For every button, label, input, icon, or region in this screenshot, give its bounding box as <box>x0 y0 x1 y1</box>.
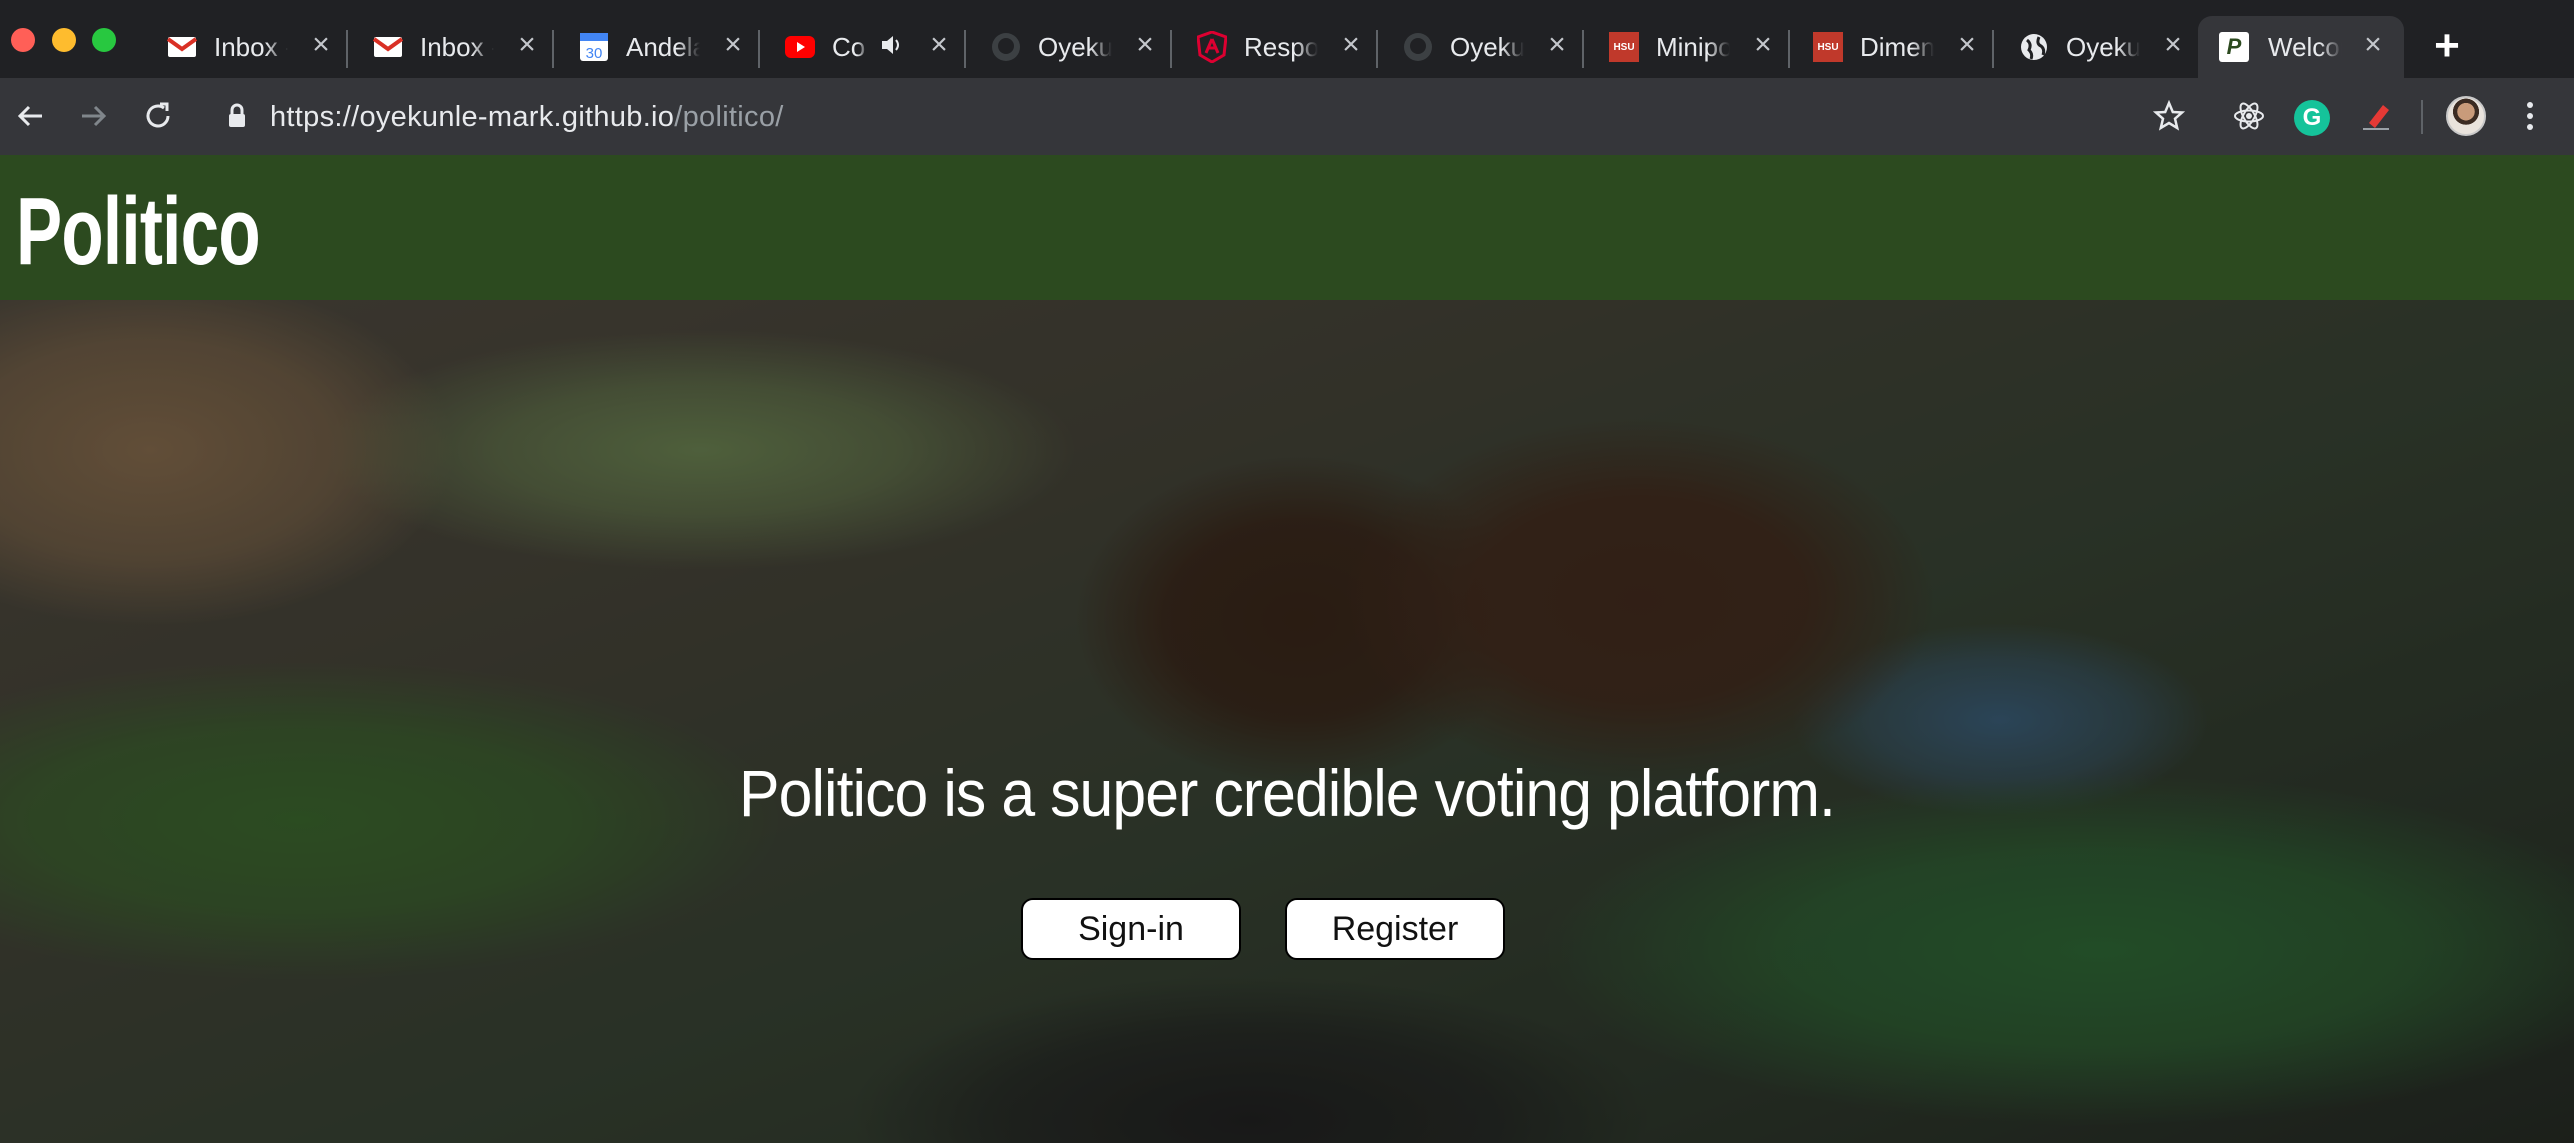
youtube-icon <box>784 31 816 63</box>
tab-title: Welcor <box>2268 32 2342 62</box>
tab-title: Co <box>832 32 866 62</box>
tab-strip: Inbox - × Inbox - × 30 Andela × Co × Oye… <box>0 0 2574 78</box>
kebab-menu-icon[interactable] <box>2510 96 2550 136</box>
browser-tab[interactable]: Inbox - × <box>372 16 578 78</box>
tab-separator <box>758 30 760 68</box>
close-tab-icon[interactable]: × <box>1542 30 1572 60</box>
bookmark-star-icon[interactable] <box>2149 96 2189 136</box>
close-tab-icon[interactable]: × <box>924 30 954 60</box>
politico-icon: P <box>2218 31 2250 63</box>
browser-tab[interactable]: Inbox - × <box>166 16 372 78</box>
calendar-icon: 30 <box>578 31 610 63</box>
hero-section: Politico is a super credible voting plat… <box>0 300 2574 1143</box>
register-button[interactable]: Register <box>1285 898 1505 960</box>
close-tab-icon[interactable]: × <box>2358 30 2388 60</box>
hero-overlay <box>0 300 2574 1143</box>
globe-icon <box>2018 31 2050 63</box>
site-logo[interactable]: Politico <box>16 177 261 287</box>
tab-separator <box>1992 30 1994 68</box>
browser-tab-active[interactable]: P Welcor × <box>2198 16 2404 78</box>
tab-title: Minipo <box>1656 32 1730 62</box>
svg-text:30: 30 <box>586 45 603 62</box>
github-icon <box>990 31 1022 63</box>
angular-icon <box>1196 31 1228 63</box>
site-header: Politico <box>0 155 2574 300</box>
tab-title: Oyekur <box>1450 32 1524 62</box>
hero-tagline: Politico is a super credible voting plat… <box>739 756 1836 830</box>
tab-title: Oyeku <box>2066 32 2140 62</box>
github-icon <box>1402 31 1434 63</box>
back-button[interactable] <box>8 94 52 138</box>
browser-tab[interactable]: Respor × <box>1196 16 1402 78</box>
profile-avatar[interactable] <box>2446 96 2486 136</box>
close-tab-icon[interactable]: × <box>306 30 336 60</box>
react-devtools-icon[interactable] <box>2229 96 2269 136</box>
grammarly-icon[interactable]: G <box>2294 100 2330 136</box>
browser-tab[interactable]: Oyekur × <box>990 16 1196 78</box>
tab-title: Inbox - <box>214 32 288 62</box>
browser-tab[interactable]: Co × <box>784 16 990 78</box>
tab-title: Dimens <box>1860 32 1934 62</box>
tab-separator <box>964 30 966 68</box>
tab-separator <box>552 30 554 68</box>
hsu-icon: HSU <box>1608 31 1640 63</box>
speaker-icon[interactable] <box>880 32 904 65</box>
lock-icon <box>227 103 247 134</box>
eraser-extension-icon[interactable] <box>2356 96 2396 136</box>
browser-tab[interactable]: HSU Dimens × <box>1812 16 2018 78</box>
tab-title: Oyekur <box>1038 32 1112 62</box>
reload-icon <box>146 102 170 128</box>
close-window-button[interactable] <box>11 28 35 52</box>
close-tab-icon[interactable]: × <box>1952 30 1982 60</box>
sign-in-button[interactable]: Sign-in <box>1021 898 1241 960</box>
hsu-icon: HSU <box>1812 31 1844 63</box>
close-tab-icon[interactable]: × <box>1336 30 1366 60</box>
tab-title: Inbox - <box>420 32 494 62</box>
new-tab-button[interactable]: + <box>2427 24 2467 68</box>
tab-separator <box>1376 30 1378 68</box>
url-text: https://oyekunle-mark.github.io/politico… <box>270 100 784 133</box>
tab-separator <box>1170 30 1172 68</box>
gmail-icon <box>166 31 198 63</box>
browser-toolbar: https://oyekunle-mark.github.io/politico… <box>0 78 2574 155</box>
forward-button[interactable] <box>72 94 116 138</box>
tab-separator <box>346 30 348 68</box>
browser-tab[interactable]: HSU Minipo × <box>1608 16 1814 78</box>
browser-tab[interactable]: 30 Andela × <box>578 16 784 78</box>
toolbar-divider <box>2421 100 2423 134</box>
tab-separator <box>1582 30 1584 68</box>
close-tab-icon[interactable]: × <box>1748 30 1778 60</box>
address-bar[interactable]: https://oyekunle-mark.github.io/politico… <box>215 92 2215 142</box>
arrow-right-icon <box>82 105 107 127</box>
tab-separator <box>1788 30 1790 68</box>
tab-title: Respor <box>1244 32 1318 62</box>
close-tab-icon[interactable]: × <box>718 30 748 60</box>
minimize-window-button[interactable] <box>52 28 76 52</box>
close-tab-icon[interactable]: × <box>1130 30 1160 60</box>
arrow-left-icon <box>17 105 42 127</box>
close-tab-icon[interactable]: × <box>512 30 542 60</box>
close-tab-icon[interactable]: × <box>2158 30 2188 60</box>
tab-title: Andela <box>626 32 700 62</box>
reload-button[interactable] <box>136 94 180 138</box>
maximize-window-button[interactable] <box>92 28 116 52</box>
browser-tab[interactable]: Oyekur × <box>1402 16 1608 78</box>
browser-tab[interactable]: Oyeku × <box>2018 16 2224 78</box>
gmail-icon <box>372 31 404 63</box>
